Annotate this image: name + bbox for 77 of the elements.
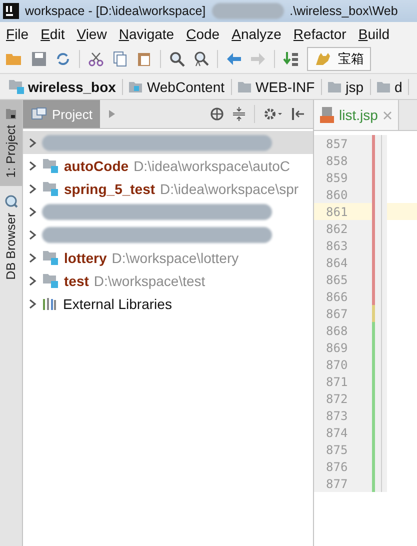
menu-item[interactable]: File — [6, 26, 29, 42]
search-icon[interactable] — [169, 51, 185, 67]
line-number: 873 — [326, 408, 348, 422]
app-logo-icon — [3, 3, 19, 19]
line-number: 870 — [326, 358, 348, 372]
module-path: D:\idea\workspace\spr — [160, 180, 299, 196]
folder-icon — [236, 80, 253, 94]
breadcrumb[interactable]: wireless_box — [8, 78, 123, 94]
line-number: 863 — [326, 238, 348, 252]
collapse-all-icon[interactable] — [232, 107, 246, 121]
line-number: 867 — [326, 306, 348, 320]
menu-item[interactable]: Code — [186, 26, 220, 42]
sort-icon[interactable] — [283, 51, 299, 67]
line-number: 869 — [326, 340, 348, 354]
module-path: D:\workspace\test — [94, 272, 206, 288]
paste-icon[interactable] — [136, 51, 152, 67]
module-folder-icon — [42, 158, 59, 173]
library-icon — [42, 296, 58, 310]
breadcrumb[interactable]: d — [376, 78, 410, 94]
breadcrumb[interactable]: WEB-INF — [236, 78, 322, 94]
line-number: 859 — [326, 170, 348, 184]
line-number: 861 — [326, 204, 348, 218]
breadcrumb[interactable]: jsp — [326, 78, 371, 94]
menu-item[interactable]: Analyze — [232, 26, 282, 42]
settings-icon[interactable] — [263, 107, 283, 121]
tree-item[interactable]: External Libraries — [63, 296, 172, 312]
menu-item[interactable]: View — [76, 26, 107, 42]
line-number: 866 — [326, 290, 348, 304]
line-number: 862 — [326, 222, 348, 236]
breadcrumb[interactable]: WebContent — [128, 78, 232, 94]
hide-panel-icon[interactable] — [291, 107, 305, 121]
module-path: D:\idea\workspace\autoC — [134, 158, 290, 174]
module-folder-icon — [42, 250, 59, 265]
line-number: 858 — [326, 154, 348, 168]
menu-item[interactable]: Build — [358, 26, 390, 42]
line-number: 871 — [326, 374, 348, 388]
cut-icon[interactable] — [88, 51, 104, 67]
window-title: .\wireless_box\Web — [290, 4, 398, 18]
line-number: 876 — [326, 460, 348, 474]
window-title: workspace - [D:\idea\workspace] — [25, 4, 206, 18]
module-name[interactable]: autoCode — [64, 158, 129, 174]
copy-icon[interactable] — [112, 51, 128, 67]
module-folder-icon — [8, 79, 25, 94]
line-number: 864 — [326, 256, 348, 270]
line-number: 872 — [326, 392, 348, 406]
menu-item[interactable]: Refactor — [293, 26, 346, 42]
folder-icon — [5, 108, 17, 120]
module-name[interactable]: test — [64, 272, 89, 288]
menu-item[interactable]: Navigate — [118, 26, 174, 42]
locate-icon[interactable] — [210, 107, 224, 121]
magnifier-icon — [4, 194, 18, 208]
line-number: 875 — [326, 442, 348, 456]
folder-icon — [326, 80, 343, 94]
jsp-file-icon — [320, 107, 334, 123]
replace-icon[interactable] — [193, 51, 209, 67]
line-number: 868 — [326, 324, 348, 338]
line-number: 874 — [326, 426, 348, 440]
line-number: 865 — [326, 272, 348, 286]
module-folder-icon — [42, 273, 59, 288]
save-icon[interactable] — [31, 51, 47, 67]
line-number: 857 — [326, 136, 348, 150]
line-number: 860 — [326, 188, 348, 202]
line-number: 877 — [326, 476, 348, 490]
module-folder-icon — [42, 181, 59, 196]
module-path: D:\workspace\lottery — [112, 250, 239, 266]
side-tab[interactable]: 1: Project — [0, 100, 22, 186]
side-tab[interactable]: DB Browser — [0, 186, 22, 288]
module-name[interactable]: lottery — [64, 250, 107, 266]
folder-icon — [128, 80, 144, 94]
module-name[interactable]: spring_5_test — [64, 180, 156, 196]
menu-item[interactable]: Edit — [40, 26, 65, 42]
folder-icon — [376, 80, 392, 94]
sync-icon[interactable] — [55, 51, 71, 67]
run-configuration-dropdown[interactable]: 宝箱 — [307, 47, 371, 71]
back-arrow-icon[interactable] — [226, 52, 242, 66]
editor-tab[interactable]: list.jsp — [314, 100, 399, 130]
project-icon — [31, 107, 47, 121]
